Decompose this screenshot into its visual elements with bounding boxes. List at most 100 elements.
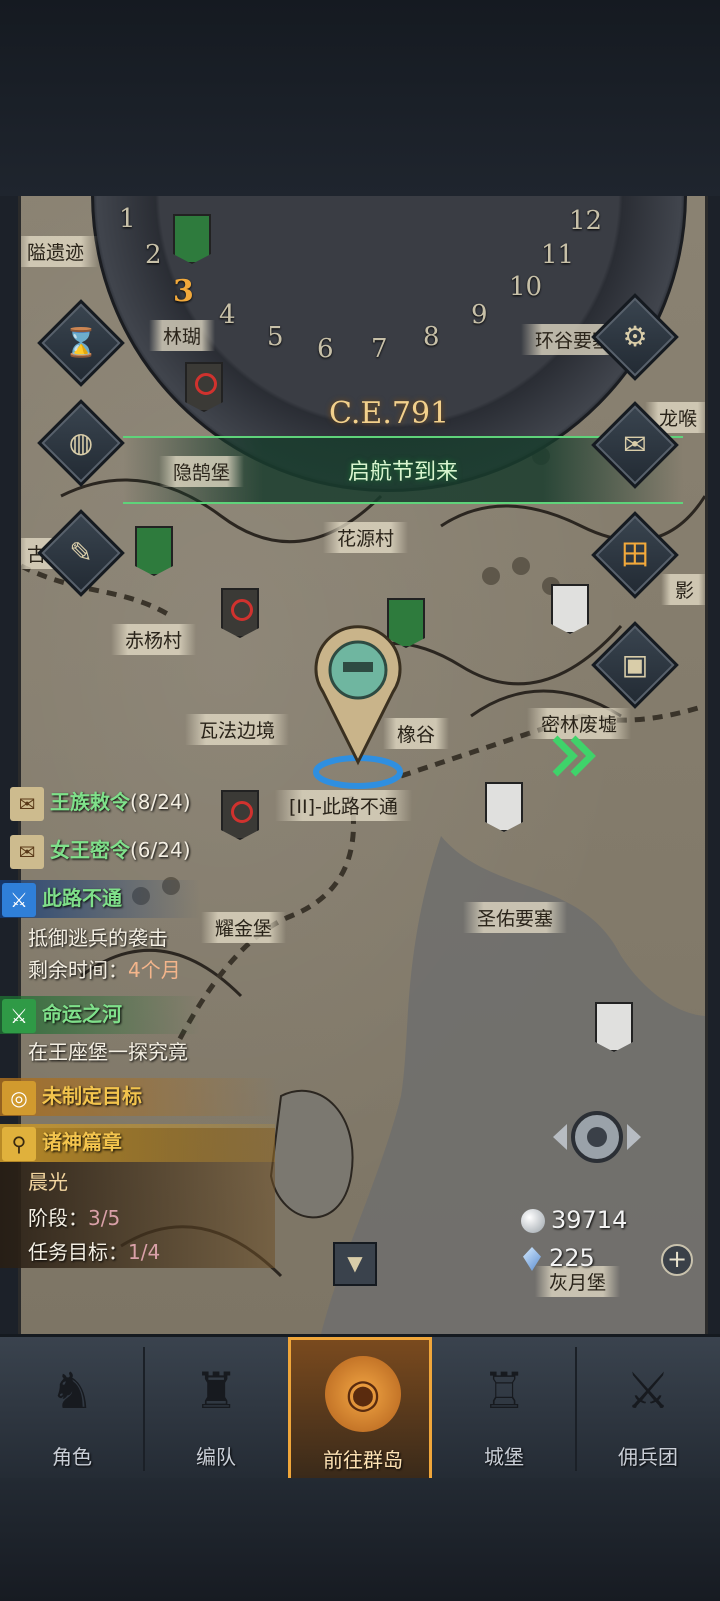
- quest-royal-decree-label: 王族敕令: [50, 790, 130, 814]
- gods-chapter-name: 晨光: [28, 1166, 68, 1195]
- dial-month-5: 5: [267, 322, 284, 352]
- white-banner: [595, 1002, 633, 1052]
- quest-gods-chapter-title: 诸神篇章: [42, 1130, 122, 1154]
- dial-month-6: 6: [317, 334, 334, 364]
- dial-month-1: 1: [119, 204, 136, 234]
- nav-mercenary[interactable]: ⚔ 佣兵团: [576, 1337, 720, 1481]
- hourglass-icon: ⌛: [63, 326, 99, 359]
- green-tree-banner: [173, 214, 211, 264]
- task-value: 1/4: [128, 1240, 161, 1264]
- scroll-icon: ✎: [69, 536, 93, 569]
- silver-coin-icon: [521, 1209, 545, 1233]
- supply-icon: ▣: [621, 648, 649, 681]
- target-icon: ◎: [2, 1080, 36, 1115]
- magnifier-icon: ⚲: [2, 1126, 36, 1161]
- location-ying[interactable]: 影: [661, 574, 705, 605]
- nav-archipelago-label: 前往群岛: [323, 1448, 403, 1472]
- quest-fate-river[interactable]: ⚔ 命运之河: [2, 998, 122, 1033]
- nav-castle[interactable]: ♖ 城堡: [432, 1337, 576, 1481]
- nav-character-label: 角色: [52, 1445, 92, 1469]
- bottom-band: [0, 1478, 720, 1601]
- locate-compass-button[interactable]: [549, 1102, 645, 1172]
- red-eye-banner: [221, 588, 259, 638]
- quest-gods-chapter[interactable]: ⚲ 诸神篇章: [2, 1126, 122, 1161]
- silver-amount: 39714: [551, 1206, 628, 1234]
- location-yinhuebao[interactable]: 隐鹄堡: [159, 456, 245, 487]
- time-remaining-label: 剩余时间：: [28, 958, 128, 982]
- quest-queen-secret[interactable]: ✉ 女王密令(6/24): [10, 834, 191, 869]
- quest-no-goal-title: 未制定目标: [42, 1084, 142, 1108]
- soldiers-icon: ♜: [193, 1362, 239, 1420]
- nav-mercenary-label: 佣兵团: [618, 1445, 678, 1469]
- gods-chapter-stage: 阶段：3/5: [28, 1202, 120, 1231]
- location-linmu[interactable]: 林瑚: [149, 320, 216, 351]
- dial-month-10: 10: [509, 272, 543, 302]
- red-swirl-banner: [221, 790, 259, 840]
- crystal-icon: [523, 1247, 541, 1271]
- nav-character[interactable]: ♞ 角色: [0, 1337, 144, 1481]
- green-tree-banner: [135, 526, 173, 576]
- calendar-year: C.E.791: [329, 396, 450, 431]
- quest-royal-decree-progress: (8/24): [130, 790, 191, 814]
- globe-map-icon: ◉: [325, 1356, 401, 1432]
- quest-royal-decree[interactable]: ✉ 王族敕令(8/24): [10, 786, 191, 821]
- mail-icon: ✉: [623, 428, 647, 461]
- gods-chapter-name-text: 晨光: [28, 1170, 68, 1194]
- quest-road-blocked-desc-text: 抵御逃兵的袭击: [28, 926, 168, 950]
- time-remaining-value: 4个月: [128, 958, 181, 982]
- mercenary-icon: ⚔: [625, 1362, 671, 1420]
- quest-fate-river-desc-text: 在王座堡一探究竟: [28, 1040, 188, 1064]
- nav-formation[interactable]: ♜ 编队: [144, 1337, 288, 1481]
- quest-queen-secret-label: 女王密令: [50, 838, 130, 862]
- bottom-navigation: ♞ 角色 ♜ 编队 ◉ 前往群岛 ♖ 城堡 ⚔ 佣兵团: [0, 1334, 720, 1481]
- collapse-panel-icon[interactable]: ▼: [333, 1242, 377, 1286]
- nav-formation-label: 编队: [196, 1445, 236, 1469]
- quest-queen-secret-progress: (6/24): [130, 838, 191, 862]
- nav-archipelago[interactable]: ◉ 前往群岛: [288, 1337, 432, 1481]
- dial-month-3-current: 3: [173, 274, 194, 309]
- dial-month-12: 12: [569, 206, 603, 236]
- dial-month-8: 8: [423, 322, 440, 352]
- crossed-swords-icon: ⚔: [2, 882, 36, 917]
- stage-value: 3/5: [88, 1206, 121, 1230]
- red-swirl-banner: [185, 362, 223, 412]
- crossed-swords-icon: ⚔: [2, 998, 36, 1033]
- white-banner: [551, 584, 589, 634]
- dial-month-11: 11: [541, 240, 575, 270]
- quest-road-blocked-title: 此路不通: [42, 886, 122, 910]
- location-wafa[interactable]: 瓦法边境: [185, 714, 290, 745]
- dial-month-9: 9: [471, 300, 488, 330]
- quest-road-blocked-desc: 抵御逃兵的袭击: [28, 922, 168, 951]
- money-bag-icon: ◍: [68, 426, 94, 459]
- task-label: 任务目标：: [28, 1240, 128, 1264]
- knight-helmet-icon: ♞: [49, 1362, 95, 1420]
- top-band: [0, 0, 720, 196]
- add-currency-icon[interactable]: +: [661, 1244, 693, 1276]
- location-huayuan[interactable]: 花源村: [323, 522, 409, 553]
- location-cilubutong[interactable]: [II]-此路不通: [275, 790, 412, 821]
- gods-chapter-task: 任务目标：1/4: [28, 1236, 160, 1265]
- silver-currency: 39714: [521, 1206, 627, 1234]
- nav-castle-label: 城堡: [484, 1445, 524, 1469]
- scroll-icon: ✉: [10, 786, 44, 821]
- stage-label: 阶段：: [28, 1206, 88, 1230]
- castle-icon: ♖: [481, 1362, 527, 1420]
- double-chevron-right-icon[interactable]: [551, 734, 601, 778]
- location-yaojin[interactable]: 耀金堡: [201, 912, 287, 943]
- scroll-icon: ✉: [10, 834, 44, 869]
- quest-no-goal[interactable]: ◎ 未制定目标: [2, 1080, 142, 1115]
- gear-icon: ⚙: [622, 320, 648, 353]
- location-shengyou[interactable]: 圣佑要塞: [463, 902, 568, 933]
- quest-road-blocked[interactable]: ⚔ 此路不通: [2, 882, 122, 917]
- location-chiyang[interactable]: 赤杨村: [111, 624, 197, 655]
- quest-road-blocked-time: 剩余时间：4个月: [28, 954, 181, 983]
- location-yuyiyizhi[interactable]: 隘遗迹: [21, 236, 99, 267]
- dial-month-7: 7: [371, 334, 388, 364]
- crystal-currency: 225: [523, 1244, 595, 1272]
- player-army-marker[interactable]: [303, 622, 413, 792]
- calendar-icon: 田: [620, 538, 649, 571]
- dial-month-4: 4: [219, 300, 236, 330]
- quest-fate-river-title: 命运之河: [42, 1002, 122, 1026]
- quest-fate-river-desc: 在王座堡一探究竟: [28, 1036, 188, 1065]
- white-banner: [485, 782, 523, 832]
